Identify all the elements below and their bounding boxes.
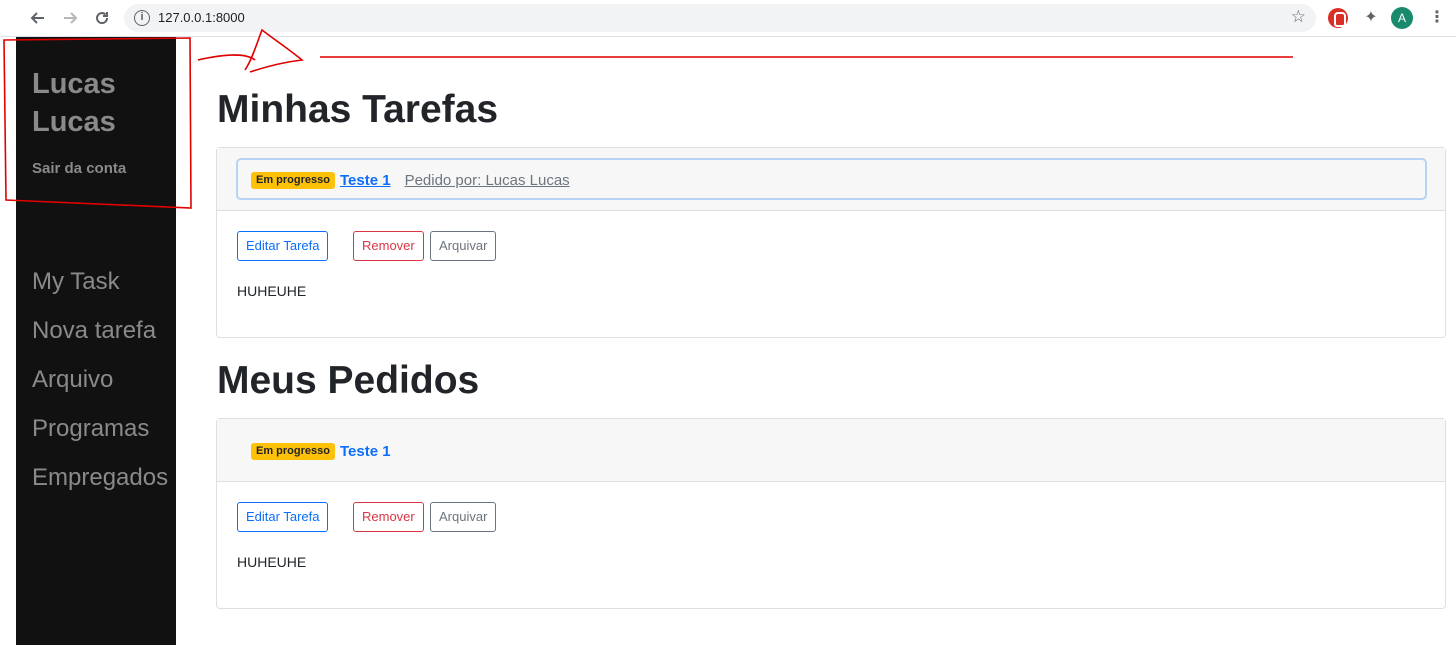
- remove-button[interactable]: Remover: [353, 502, 424, 532]
- sidebar-item-arquivo[interactable]: Arquivo: [32, 365, 168, 414]
- kebab-menu-icon[interactable]: ⋮: [1427, 8, 1447, 28]
- task-title-link[interactable]: Teste 1: [340, 172, 391, 189]
- requested-by-link[interactable]: Pedido por: Lucas Lucas: [405, 172, 570, 189]
- sidebar-item-empregados[interactable]: Empregados: [32, 463, 168, 512]
- request-description: HUHEUHE: [237, 554, 307, 570]
- star-icon[interactable]: ☆: [1291, 7, 1306, 27]
- page-title-tasks: Minhas Tarefas: [217, 88, 499, 131]
- task-card-header: Em progresso Teste 1 Pedido por: Lucas L…: [217, 148, 1445, 211]
- edit-task-button[interactable]: Editar Tarefa: [237, 502, 329, 532]
- sidebar-item-my-task[interactable]: My Task: [32, 267, 168, 316]
- task-title-link[interactable]: Teste 1: [340, 443, 391, 460]
- edit-task-button[interactable]: Editar Tarefa: [237, 231, 329, 261]
- reload-icon[interactable]: [91, 7, 113, 29]
- user-name: Lucas Lucas: [32, 68, 116, 138]
- puzzle-icon[interactable]: ✦: [1361, 8, 1381, 28]
- address-bar[interactable]: i 127.0.0.1:8000 ☆: [124, 4, 1316, 32]
- request-card: Em progresso Teste 1 Editar Tarefa Remov…: [216, 418, 1446, 609]
- archive-button[interactable]: Arquivar: [430, 231, 497, 261]
- task-description: HUHEUHE: [237, 283, 307, 299]
- task-card: Em progresso Teste 1 Pedido por: Lucas L…: [216, 147, 1446, 338]
- status-badge: Em progresso: [251, 172, 335, 189]
- browser-toolbar: i 127.0.0.1:8000 ☆ ✦ A ⋮: [0, 0, 1456, 37]
- info-icon[interactable]: i: [134, 10, 150, 26]
- status-badge: Em progresso: [251, 443, 335, 460]
- sidebar-menu: My Task Nova tarefa Arquivo Programas Em…: [32, 267, 168, 512]
- adblock-icon[interactable]: [1328, 8, 1348, 28]
- sidebar-item-programas[interactable]: Programas: [32, 414, 168, 463]
- request-card-body: Editar Tarefa Remover Arquivar HUHEUHE: [217, 482, 1445, 608]
- url-text[interactable]: 127.0.0.1:8000: [158, 10, 245, 25]
- archive-button[interactable]: Arquivar: [430, 502, 497, 532]
- forward-arrow-icon[interactable]: [59, 7, 81, 29]
- back-arrow-icon[interactable]: [27, 7, 49, 29]
- sidebar-item-nova-tarefa[interactable]: Nova tarefa: [32, 316, 168, 365]
- task-card-body: Editar Tarefa Remover Arquivar HUHEUHE: [217, 211, 1445, 337]
- remove-button[interactable]: Remover: [353, 231, 424, 261]
- avatar[interactable]: A: [1391, 7, 1413, 29]
- page-title-requests: Meus Pedidos: [217, 359, 480, 402]
- sidebar: Lucas Lucas Sair da conta My Task Nova t…: [16, 37, 176, 645]
- logout-link[interactable]: Sair da conta: [32, 160, 126, 177]
- request-card-header: Em progresso Teste 1: [217, 419, 1445, 482]
